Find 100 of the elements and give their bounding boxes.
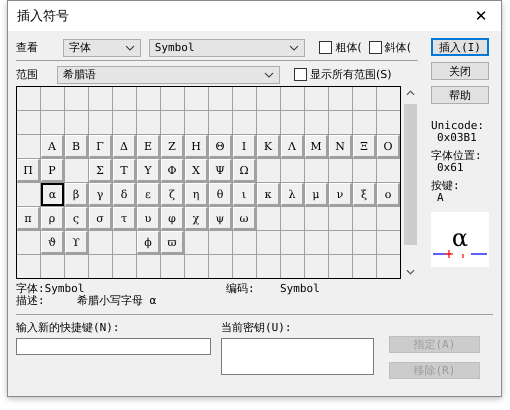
- symbol-cell[interactable]: ς: [65, 207, 88, 230]
- symbol-cell[interactable]: Μ: [305, 135, 328, 158]
- symbol-cell[interactable]: Ν: [329, 135, 352, 158]
- symbol-cell[interactable]: [185, 87, 208, 110]
- symbol-cell[interactable]: [89, 87, 112, 110]
- symbol-cell[interactable]: Η: [185, 135, 208, 158]
- symbol-cell[interactable]: γ: [89, 183, 112, 206]
- symbol-cell[interactable]: [353, 207, 376, 230]
- symbol-cell[interactable]: ϖ: [161, 231, 184, 254]
- symbol-cell[interactable]: Ο: [377, 135, 400, 158]
- symbol-cell[interactable]: [41, 255, 64, 278]
- symbol-cell[interactable]: [233, 255, 256, 278]
- symbol-cell[interactable]: [209, 255, 232, 278]
- symbol-cell[interactable]: [113, 87, 136, 110]
- symbol-cell[interactable]: Υ: [137, 159, 160, 182]
- symbol-cell[interactable]: [89, 255, 112, 278]
- symbol-cell[interactable]: [281, 111, 304, 134]
- symbol-cell[interactable]: ρ: [41, 207, 64, 230]
- symbol-cell[interactable]: [353, 231, 376, 254]
- symbol-cell[interactable]: [329, 87, 352, 110]
- dialog-button[interactable]: 帮助: [431, 86, 489, 104]
- symbol-cell[interactable]: [257, 207, 280, 230]
- symbol-cell[interactable]: [305, 207, 328, 230]
- symbol-cell[interactable]: [377, 87, 400, 110]
- view-mode-dropdown[interactable]: 字体: [62, 38, 141, 56]
- symbol-cell[interactable]: [113, 111, 136, 134]
- symbol-cell[interactable]: [281, 207, 304, 230]
- symbol-cell[interactable]: α: [41, 183, 64, 206]
- symbol-cell[interactable]: ϑ: [41, 231, 64, 254]
- symbol-cell[interactable]: Β: [65, 135, 88, 158]
- symbol-cell[interactable]: [65, 87, 88, 110]
- symbol-cell[interactable]: τ: [113, 207, 136, 230]
- checkbox[interactable]: [319, 41, 332, 54]
- symbol-cell[interactable]: [377, 111, 400, 134]
- symbol-cell[interactable]: [281, 159, 304, 182]
- symbol-cell[interactable]: η: [185, 183, 208, 206]
- symbol-cell[interactable]: [89, 111, 112, 134]
- symbol-cell[interactable]: [17, 111, 40, 134]
- symbol-cell[interactable]: [305, 87, 328, 110]
- symbol-cell[interactable]: λ: [281, 183, 304, 206]
- scroll-up-icon[interactable]: [406, 90, 415, 96]
- symbol-cell[interactable]: [353, 159, 376, 182]
- symbol-cell[interactable]: Α: [41, 135, 64, 158]
- symbol-cell[interactable]: [329, 159, 352, 182]
- symbol-cell[interactable]: [89, 231, 112, 254]
- symbol-cell[interactable]: [329, 231, 352, 254]
- symbol-cell[interactable]: [209, 111, 232, 134]
- symbol-cell[interactable]: Χ: [185, 159, 208, 182]
- shortcut-input-field[interactable]: [16, 338, 211, 355]
- symbol-cell[interactable]: ζ: [161, 183, 184, 206]
- symbol-cell[interactable]: ω: [233, 207, 256, 230]
- checkbox[interactable]: [294, 68, 307, 81]
- symbol-cell[interactable]: [257, 111, 280, 134]
- symbol-cell[interactable]: Φ: [161, 159, 184, 182]
- symbol-cell[interactable]: ε: [137, 183, 160, 206]
- symbol-cell[interactable]: [137, 87, 160, 110]
- symbol-cell[interactable]: [305, 231, 328, 254]
- range-dropdown[interactable]: 希腊语: [57, 66, 280, 84]
- symbol-cell[interactable]: [137, 111, 160, 134]
- symbol-cell[interactable]: [353, 87, 376, 110]
- symbol-cell[interactable]: ι: [233, 183, 256, 206]
- symbol-cell[interactable]: [113, 255, 136, 278]
- symbol-cell[interactable]: [41, 87, 64, 110]
- symbol-cell[interactable]: [377, 255, 400, 278]
- symbol-cell[interactable]: [113, 231, 136, 254]
- symbol-cell[interactable]: σ: [89, 207, 112, 230]
- font-dropdown[interactable]: Symbol: [148, 38, 306, 56]
- symbol-cell[interactable]: Δ: [113, 135, 136, 158]
- symbol-cell[interactable]: [161, 255, 184, 278]
- symbol-cell[interactable]: μ: [305, 183, 328, 206]
- symbol-cell[interactable]: ξ: [353, 183, 376, 206]
- symbol-cell[interactable]: [137, 255, 160, 278]
- symbol-cell[interactable]: [305, 111, 328, 134]
- symbol-cell[interactable]: [17, 255, 40, 278]
- symbol-cell[interactable]: [257, 231, 280, 254]
- symbol-cell[interactable]: [161, 87, 184, 110]
- symbol-cell[interactable]: [257, 87, 280, 110]
- symbol-cell[interactable]: [65, 159, 88, 182]
- symbol-cell[interactable]: π: [17, 207, 40, 230]
- symbol-cell[interactable]: [41, 111, 64, 134]
- symbol-cell[interactable]: [257, 255, 280, 278]
- symbol-cell[interactable]: δ: [113, 183, 136, 206]
- symbol-cell[interactable]: κ: [257, 183, 280, 206]
- symbol-cell[interactable]: Π: [17, 159, 40, 182]
- symbol-cell[interactable]: [65, 111, 88, 134]
- symbol-cell[interactable]: [233, 231, 256, 254]
- symbol-cell[interactable]: Θ: [209, 135, 232, 158]
- symbol-cell[interactable]: Ι: [233, 135, 256, 158]
- dialog-button[interactable]: 插入(I): [431, 38, 489, 56]
- symbol-cell[interactable]: [65, 255, 88, 278]
- symbol-cell[interactable]: [377, 231, 400, 254]
- symbol-cell[interactable]: ο: [377, 183, 400, 206]
- current-keys-list[interactable]: [221, 338, 374, 375]
- checkbox[interactable]: [368, 41, 382, 54]
- symbol-cell[interactable]: [209, 231, 232, 254]
- symbol-cell[interactable]: Τ: [113, 159, 136, 182]
- symbol-cell[interactable]: [281, 231, 304, 254]
- scroll-down-icon[interactable]: [406, 269, 415, 275]
- symbol-cell[interactable]: Ξ: [353, 135, 376, 158]
- symbol-cell[interactable]: Λ: [281, 135, 304, 158]
